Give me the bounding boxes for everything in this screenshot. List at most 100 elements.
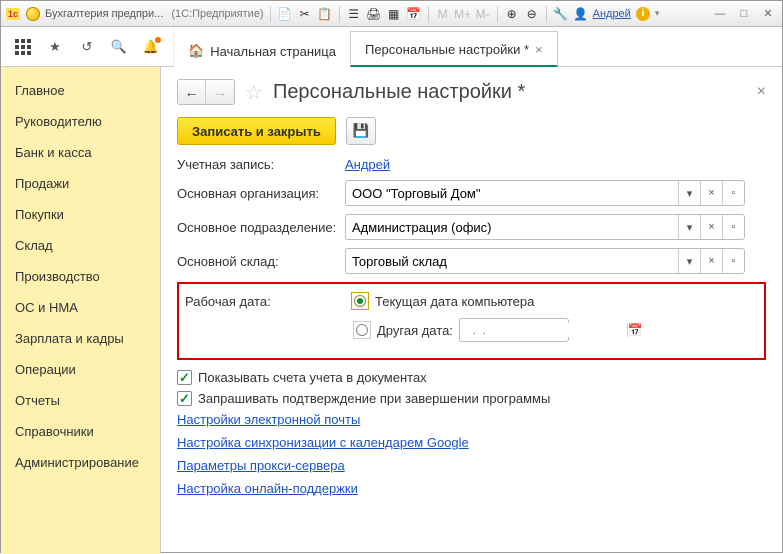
label-workdate: Рабочая дата:	[185, 294, 345, 309]
separator	[497, 6, 498, 22]
notifications-bell-icon[interactable]: 🔔	[139, 35, 163, 59]
tool-calendar-icon[interactable]: 📅	[406, 6, 422, 22]
nav-forward-button[interactable]: →	[206, 80, 234, 104]
sidebar-item-operations[interactable]: Операции	[1, 354, 160, 385]
wrench-icon[interactable]: 🔧	[553, 6, 569, 22]
window-subtitle: (1C:Предприятие)	[171, 8, 263, 20]
department-combo[interactable]: ▾ × ▫	[345, 214, 745, 240]
tool-clipboard-icon[interactable]: 📋	[317, 6, 333, 22]
organization-combo[interactable]: ▾ × ▫	[345, 180, 745, 206]
radio-other-label: Другая дата:	[377, 323, 453, 338]
radio-current-date[interactable]	[351, 292, 369, 310]
separator	[546, 6, 547, 22]
workdate-highlight: Рабочая дата: Текущая дата компьютера Др…	[177, 282, 766, 360]
combo-open-icon[interactable]: ▫	[722, 215, 744, 239]
sidebar-item-payroll[interactable]: Зарплата и кадры	[1, 323, 160, 354]
history-icon[interactable]: ↺	[75, 35, 99, 59]
sidebar-item-warehouse[interactable]: Склад	[1, 230, 160, 261]
combo-clear-icon[interactable]: ×	[700, 215, 722, 239]
sidebar-item-admin[interactable]: Администрирование	[1, 447, 160, 478]
memory-mplus-label[interactable]: M+	[455, 6, 471, 22]
page-header: ← → ☆ Персональные настройки * ×	[177, 79, 766, 105]
other-date-input-wrap: 📅	[459, 318, 569, 342]
combo-open-icon[interactable]: ▫	[722, 249, 744, 273]
department-input[interactable]	[346, 215, 678, 239]
favorites-star-icon[interactable]: ★	[43, 35, 67, 59]
tool-scissors-icon[interactable]: ✂	[297, 6, 313, 22]
sidebar-item-main[interactable]: Главное	[1, 75, 160, 106]
favorite-toggle-icon[interactable]: ☆	[245, 80, 263, 105]
page-close-button[interactable]: ×	[757, 83, 766, 101]
page-title: Персональные настройки *	[273, 81, 525, 104]
window-minimize-button[interactable]: —	[710, 6, 730, 22]
tab-home[interactable]: 🏠 Начальная страница	[174, 33, 350, 67]
sidebar-item-production[interactable]: Производство	[1, 261, 160, 292]
sidebar-item-manager[interactable]: Руководителю	[1, 106, 160, 137]
tool-list-icon[interactable]: ☰	[346, 6, 362, 22]
checkbox-confirm-exit[interactable]	[177, 391, 192, 406]
page-actions: Записать и закрыть 💾	[177, 117, 766, 145]
sidebar-item-reports[interactable]: Отчеты	[1, 385, 160, 416]
zoom-out-icon[interactable]: ⊖	[524, 6, 540, 22]
tool-print-icon[interactable]: 🖨	[366, 6, 382, 22]
combo-open-icon[interactable]: ▫	[722, 181, 744, 205]
tool-doc-icon[interactable]: 📄	[277, 6, 293, 22]
main-area: Главное Руководителю Банк и касса Продаж…	[1, 67, 782, 554]
link-email-settings[interactable]: Настройки электронной почты	[177, 412, 360, 427]
link-google-sync[interactable]: Настройка синхронизации с календарем Goo…	[177, 435, 469, 450]
link-proxy-settings[interactable]: Параметры прокси-сервера	[177, 458, 345, 473]
apps-grid-icon[interactable]	[11, 35, 35, 59]
sidebar-item-assets[interactable]: ОС и НМА	[1, 292, 160, 323]
sidebar-item-purchases[interactable]: Покупки	[1, 199, 160, 230]
row-account: Учетная запись: Андрей	[177, 157, 766, 172]
separator	[339, 6, 340, 22]
separator	[270, 6, 271, 22]
combo-dropdown-icon[interactable]: ▾	[678, 181, 700, 205]
calendar-picker-icon[interactable]: 📅	[627, 323, 643, 337]
toolbar-dock: ★ ↺ 🔍 🔔	[1, 27, 174, 66]
window-maximize-button[interactable]: □	[734, 6, 754, 22]
tool-grid-icon[interactable]: ▦	[386, 6, 402, 22]
row-workdate: Рабочая дата: Текущая дата компьютера	[185, 292, 758, 310]
user-icon: 👤	[573, 6, 589, 22]
row-department: Основное подразделение: ▾ × ▫	[177, 214, 766, 240]
user-link[interactable]: Андрей	[593, 8, 631, 20]
warehouse-combo[interactable]: ▾ × ▫	[345, 248, 745, 274]
zoom-in-icon[interactable]: ⊕	[504, 6, 520, 22]
row-warehouse: Основной склад: ▾ × ▫	[177, 248, 766, 274]
sidebar-item-bank[interactable]: Банк и касса	[1, 137, 160, 168]
nav-arrows: ← →	[177, 79, 235, 105]
other-date-input[interactable]	[460, 323, 627, 337]
organization-input[interactable]	[346, 181, 678, 205]
account-link[interactable]: Андрей	[345, 157, 390, 172]
sidebar-item-catalogs[interactable]: Справочники	[1, 416, 160, 447]
window-close-button[interactable]: ✕	[758, 6, 778, 22]
info-icon[interactable]: i	[635, 6, 651, 22]
radio-other-date[interactable]	[353, 321, 371, 339]
label-show-accounts: Показывать счета учета в документах	[198, 370, 427, 385]
combo-clear-icon[interactable]: ×	[700, 249, 722, 273]
sidebar: Главное Руководителю Банк и касса Продаж…	[1, 67, 161, 554]
window-title: Бухгалтерия предпри...	[45, 8, 163, 20]
save-button[interactable]: 💾	[346, 117, 376, 145]
tab-close-icon[interactable]: ×	[535, 42, 543, 57]
combo-dropdown-icon[interactable]: ▾	[678, 215, 700, 239]
info-dropdown-icon[interactable]: ▾	[655, 8, 660, 19]
search-icon[interactable]: 🔍	[107, 35, 131, 59]
label-confirm-exit: Запрашивать подтверждение при завершении…	[198, 391, 550, 406]
memory-m-label[interactable]: M	[435, 6, 451, 22]
combo-dropdown-icon[interactable]: ▾	[678, 249, 700, 273]
row-show-accounts: Показывать счета учета в документах	[177, 370, 766, 385]
nav-back-button[interactable]: ←	[178, 80, 206, 104]
tabstrip: 🏠 Начальная страница Персональные настро…	[174, 27, 558, 66]
floppy-icon: 💾	[353, 123, 370, 139]
combo-clear-icon[interactable]: ×	[700, 181, 722, 205]
memory-mminus-label[interactable]: M-	[475, 6, 491, 22]
checkbox-show-accounts[interactable]	[177, 370, 192, 385]
warehouse-input[interactable]	[346, 249, 678, 273]
save-close-button[interactable]: Записать и закрыть	[177, 117, 336, 145]
tab-personal-settings[interactable]: Персональные настройки * ×	[350, 31, 558, 67]
sidebar-item-sales[interactable]: Продажи	[1, 168, 160, 199]
separator	[428, 6, 429, 22]
link-online-support[interactable]: Настройка онлайн-поддержки	[177, 481, 358, 496]
